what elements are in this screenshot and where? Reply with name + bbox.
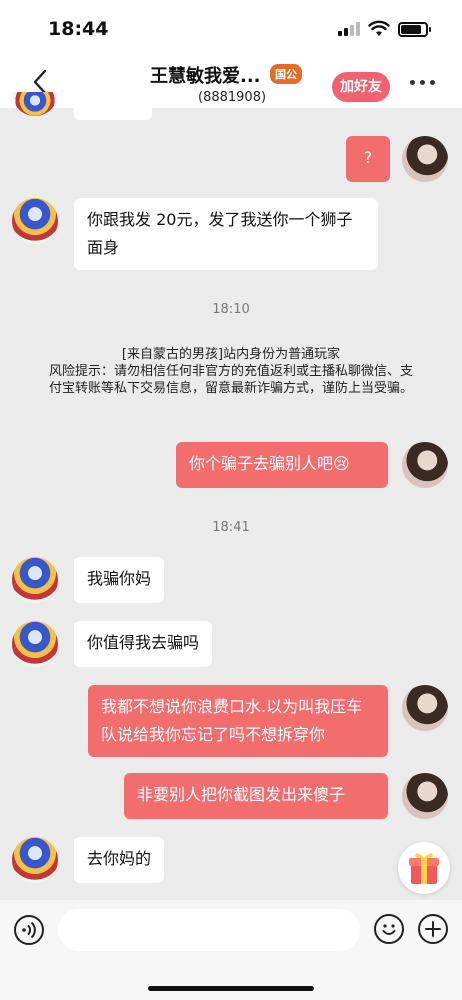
status-bar: 18:44 xyxy=(0,0,462,58)
avatar[interactable] xyxy=(402,773,448,819)
voice-icon[interactable] xyxy=(14,915,44,945)
chat-subtitle: (8881908) xyxy=(198,90,267,105)
timestamp: 18:10 xyxy=(212,302,250,317)
status-time: 18:44 xyxy=(48,18,109,40)
more-dots-icon[interactable] xyxy=(410,78,438,88)
chat-title: 王慧敏我爱... xyxy=(150,66,261,87)
avatar[interactable] xyxy=(12,557,58,603)
message-bubble: 我骗你妈 xyxy=(74,557,165,603)
battery-icon xyxy=(398,22,431,37)
notice-warning: 风险提示：请勿相信任何非官方的充值返利或主播私聊微信、支付宝转账等私下交易信息，… xyxy=(48,364,413,396)
message-bubble-partial xyxy=(74,96,152,120)
home-indicator xyxy=(148,986,314,991)
gift-button[interactable] xyxy=(398,842,450,894)
avatar[interactable] xyxy=(12,92,58,116)
avatar[interactable] xyxy=(402,442,448,488)
avatar[interactable] xyxy=(402,685,448,731)
message-bubble: 非要别人把你截图发出来傻子 xyxy=(124,773,388,819)
message-bubble: 你个骗子去骗别人吧😢 xyxy=(176,442,388,488)
chat-title-area[interactable]: 王慧敏我爱... 国公 (8881908) xyxy=(150,60,320,106)
wifi-icon xyxy=(368,20,390,36)
title-badge: 国公 xyxy=(270,64,302,84)
notice-identity: [来自蒙古的男孩]站内身份为普通玩家 xyxy=(121,347,341,362)
chat-header: 王慧敏我爱... 国公 (8881908) 加好友 xyxy=(0,58,462,108)
message-input[interactable] xyxy=(58,909,360,951)
emoji-icon[interactable] xyxy=(374,914,404,944)
message-bubble: 你跟我发 20元，发了我送你一个狮子面身 xyxy=(74,198,378,270)
input-bar xyxy=(0,900,462,1000)
avatar[interactable] xyxy=(12,837,58,883)
message-bubble: 我都不想说你浪费口水.以为叫我压车队说给我你忘记了吗不想拆穿你 xyxy=(88,685,388,757)
avatar[interactable] xyxy=(12,198,58,244)
avatar[interactable] xyxy=(12,621,58,667)
message-bubble: 去你妈的 xyxy=(74,837,165,883)
timestamp: 18:41 xyxy=(212,520,250,535)
add-friend-button[interactable]: 加好友 xyxy=(332,72,390,102)
avatar[interactable] xyxy=(402,136,448,182)
message-bubble: 你值得我去骗吗 xyxy=(74,621,213,667)
signal-icon xyxy=(338,22,360,36)
message-bubble: ? xyxy=(346,136,390,182)
plus-icon[interactable] xyxy=(418,914,448,944)
risk-notice: [来自蒙古的男孩]站内身份为普通玩家 风险提示：请勿相信任何非官方的充值返利或主… xyxy=(44,346,418,397)
gift-icon xyxy=(409,853,439,884)
